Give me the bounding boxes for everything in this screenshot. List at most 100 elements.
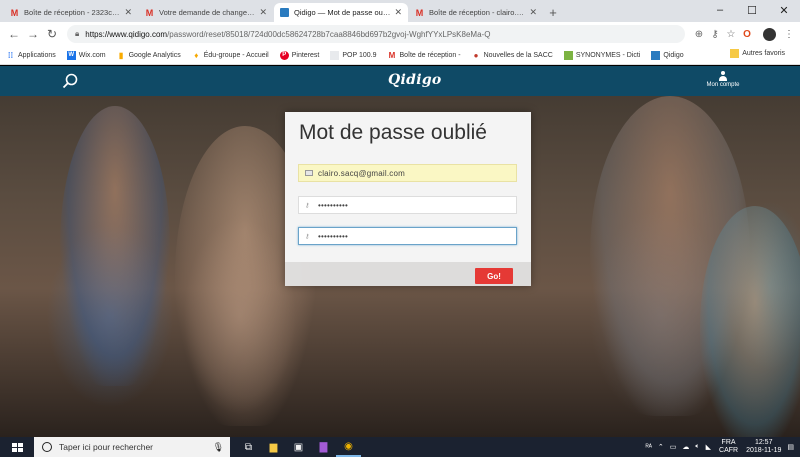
password-confirm-field[interactable]: ⚷ ••••••••••: [298, 227, 517, 245]
navigation-bar: ← → ↻ 🔒︎ https://www.qidigo.com/password…: [0, 22, 800, 46]
bookmarks-bar: ⁞⁞ Applications W Wix.com ▮ Google Analytic…: [0, 46, 800, 65]
key-icon[interactable]: ⚷: [707, 29, 723, 40]
menu-icon[interactable]: ⋮: [784, 29, 794, 40]
browser-tab-change-request[interactable]: M Votre demande de changement ✕: [139, 3, 273, 22]
browser-tab-inbox-2[interactable]: M Boîte de réception - clairo.savard ✕: [409, 3, 543, 22]
qidigo-logo[interactable]: Qidigo: [388, 72, 442, 88]
onenote-icon[interactable]: ▇: [311, 437, 336, 457]
background-photo: [700, 206, 800, 437]
qidigo-icon: [280, 8, 289, 17]
gmail-icon: M: [388, 50, 396, 60]
chrome-icon[interactable]: ◉: [336, 437, 361, 457]
chrome-menu: ⋮: [763, 27, 794, 41]
volume-icon[interactable]: 🔈︎: [695, 443, 699, 451]
taskbar: Taper ici pour rechercher 🎙︎ ⧉ ▆ ▣ ▇ ◉ ᴿ…: [0, 437, 800, 457]
page-viewport: Qidigo Mon compte Mot de passe oublié cl…: [0, 66, 800, 437]
tab-title: Qidigo — Mot de passe oublié: [294, 8, 391, 17]
bookmark-synonymes[interactable]: SYNONYMES - Dicti: [563, 50, 640, 60]
password-value: ••••••••••: [318, 200, 349, 210]
account-label: Mon compte: [706, 82, 740, 88]
browser-tab-inbox-1[interactable]: M Boîte de réception - 2323claire ✕: [4, 3, 138, 22]
email-field[interactable]: clairo.sacq@gmail.com: [298, 164, 517, 182]
omnibox-icons: ⊕ ⚷ ☆ O: [691, 29, 755, 40]
windows-start-icon[interactable]: [0, 437, 34, 457]
user-icon: [718, 71, 728, 81]
bookmark-qidigo[interactable]: Qidigo: [651, 50, 684, 60]
qidigo-icon: [651, 50, 661, 60]
browser-tab-qidigo[interactable]: Qidigo — Mot de passe oublié ✕: [274, 3, 408, 22]
bookmark-star-icon[interactable]: ☆: [723, 29, 739, 40]
sacc-icon: ●: [473, 50, 479, 60]
lock-icon: 🔒︎: [75, 29, 80, 38]
tab-strip: M Boîte de réception - 2323claire ✕ M Vo…: [0, 0, 800, 22]
gmail-icon: M: [10, 7, 19, 18]
password-confirm-value: ••••••••••: [318, 231, 349, 241]
address-bar[interactable]: 🔒︎ https://www.qidigo.com/password/reset…: [67, 25, 685, 43]
close-window-button[interactable]: ✕: [768, 0, 800, 20]
pinterest-icon: P: [279, 50, 289, 60]
network-icon[interactable]: ☁: [682, 443, 689, 451]
cortana-icon: [42, 442, 52, 452]
profile-avatar-icon[interactable]: [763, 27, 776, 41]
bookmark-applications[interactable]: ⁞⁞ Applications: [6, 51, 56, 60]
synonymes-icon: [563, 50, 573, 60]
gmail-icon: M: [145, 7, 154, 18]
close-tab-icon[interactable]: ✕: [529, 7, 537, 18]
minimize-button[interactable]: –: [704, 0, 736, 20]
tab-title: Boîte de réception - clairo.savard: [429, 8, 525, 17]
bookmark-pinterest[interactable]: P Pinterest: [279, 50, 319, 60]
location-icon[interactable]: ⊕: [691, 29, 707, 40]
other-bookmarks[interactable]: Autres favoris: [724, 49, 785, 58]
reload-icon[interactable]: ↻: [44, 26, 60, 42]
battery-icon[interactable]: ▭: [670, 443, 677, 451]
file-explorer-icon[interactable]: ▆: [261, 437, 286, 457]
system-tray: ᴿᴬ ⌃ ▭ ☁ 🔈︎ ◣ FRA CAFR 12:57 2018-11-19 …: [640, 437, 794, 457]
close-tab-icon[interactable]: ✕: [394, 7, 402, 18]
bookmark-google-analytics[interactable]: ▮ Google Analytics: [117, 51, 181, 60]
input-language[interactable]: FRA CAFR: [719, 439, 738, 455]
bookmark-edu-groupe[interactable]: ♦ Édu-groupe - Accueil: [192, 51, 269, 60]
bookmark-sacc[interactable]: ● Nouvelles de la SACC: [472, 51, 553, 60]
close-tab-icon[interactable]: ✕: [124, 7, 132, 18]
apps-grid-icon: ⁞⁞: [7, 50, 14, 60]
close-tab-icon[interactable]: ✕: [259, 7, 267, 18]
address-url: https://www.qidigo.com/password/reset/85…: [85, 29, 491, 39]
maximize-button[interactable]: ☐: [736, 0, 768, 20]
chevron-up-icon[interactable]: ⌃: [658, 443, 664, 451]
page-icon: [330, 50, 340, 60]
submit-button[interactable]: Go!: [475, 268, 513, 284]
people-icon[interactable]: ᴿᴬ: [646, 444, 652, 451]
taskbar-search-placeholder: Taper ici pour rechercher: [59, 442, 154, 452]
microphone-icon[interactable]: 🎙︎: [213, 442, 224, 453]
new-tab-button[interactable]: +: [544, 3, 562, 22]
task-view-icon[interactable]: ⧉: [236, 437, 261, 457]
site-header: Qidigo Mon compte: [0, 66, 800, 96]
notification-icon[interactable]: ▤: [787, 443, 794, 451]
edu-groupe-icon: ♦: [194, 50, 199, 60]
forward-arrow-icon[interactable]: →: [25, 26, 41, 42]
folder-icon: [730, 49, 740, 58]
tab-title: Boîte de réception - 2323claire: [24, 8, 121, 17]
extension-icon[interactable]: O: [739, 29, 755, 40]
forgot-password-modal: Mot de passe oublié clairo.sacq@gmail.co…: [285, 112, 531, 286]
back-arrow-icon[interactable]: ←: [6, 26, 22, 42]
analytics-icon: ▮: [118, 50, 124, 60]
bookmark-wix[interactable]: W Wix.com: [66, 50, 106, 60]
key-icon: ⚷: [305, 202, 310, 209]
password-field[interactable]: ⚷ ••••••••••: [298, 196, 517, 214]
account-menu[interactable]: Mon compte: [696, 71, 750, 88]
bookmark-pop-100-9[interactable]: POP 100.9: [330, 50, 376, 60]
tab-title: Votre demande de changement: [159, 8, 256, 17]
search-icon[interactable]: [62, 73, 78, 89]
wix-icon: W: [66, 50, 76, 60]
modal-title: Mot de passe oublié: [299, 121, 487, 144]
store-icon[interactable]: ▣: [286, 437, 311, 457]
clock[interactable]: 12:57 2018-11-19: [746, 439, 781, 455]
wifi-icon[interactable]: ◣: [706, 443, 711, 451]
window-controls: – ☐ ✕: [704, 0, 800, 20]
key-icon: ⚷: [305, 233, 310, 240]
bookmark-gmail-inbox[interactable]: M Boîte de réception -: [387, 50, 461, 60]
taskbar-search[interactable]: Taper ici pour rechercher 🎙︎: [34, 437, 230, 457]
gmail-icon: M: [415, 7, 424, 18]
email-value: clairo.sacq@gmail.com: [318, 168, 406, 178]
